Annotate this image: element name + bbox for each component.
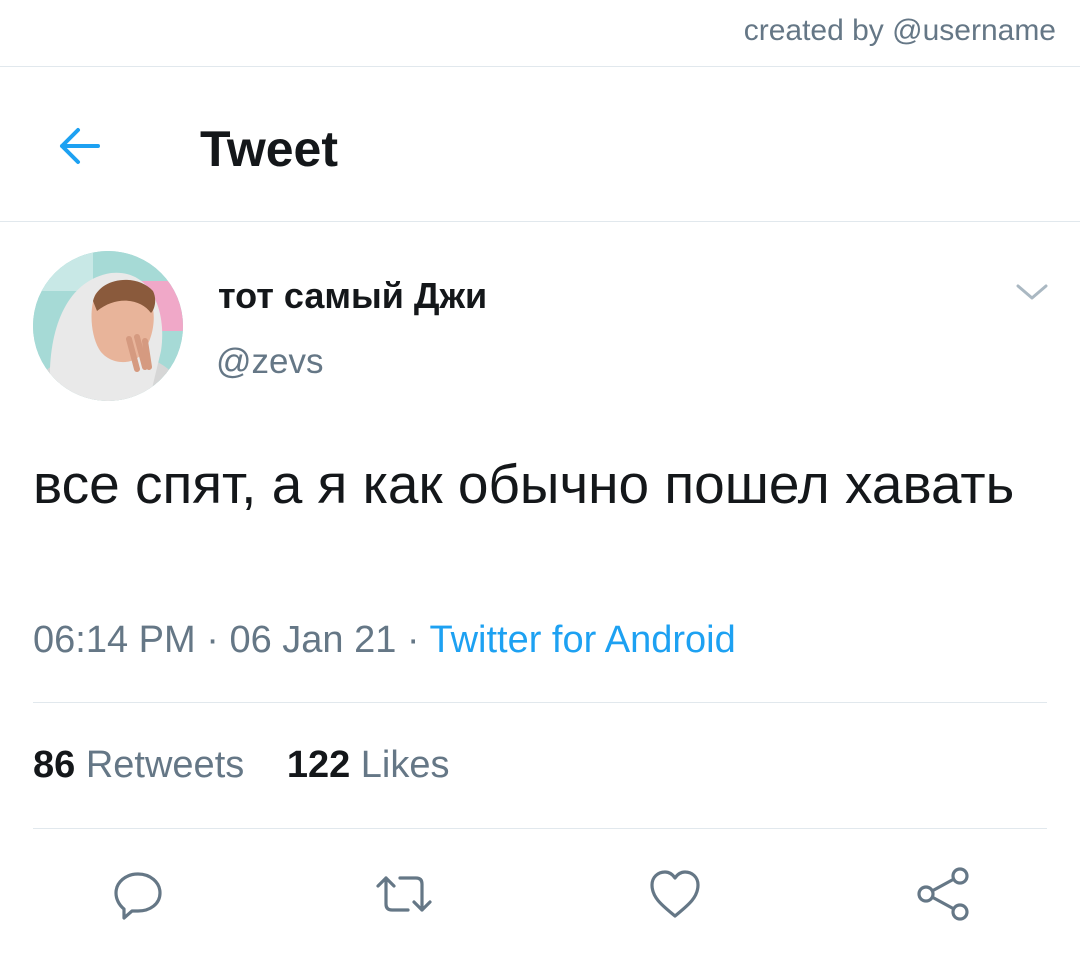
like-count: 122 xyxy=(286,744,351,786)
like-button[interactable] xyxy=(643,862,707,926)
reply-button[interactable] xyxy=(106,862,170,926)
meta-separator: · xyxy=(406,619,420,661)
like-icon xyxy=(650,870,700,918)
back-button[interactable] xyxy=(50,118,106,174)
arrow-left-icon xyxy=(60,128,100,164)
retweets-stat[interactable]: 86 Retweets xyxy=(33,744,244,787)
tweet-meta: 06:14 PM · 06 Jan 21 · Twitter for Andro… xyxy=(33,619,736,662)
chevron-down-icon xyxy=(1016,284,1048,300)
likes-stat[interactable]: 122 Likes xyxy=(287,744,450,787)
tweet-date: 06 Jan 21 xyxy=(229,619,397,661)
avatar-image xyxy=(33,251,183,401)
retweet-button[interactable] xyxy=(372,862,436,926)
display-name[interactable]: тот самый Джи xyxy=(218,275,487,317)
avatar[interactable] xyxy=(33,251,183,401)
meta-divider xyxy=(33,702,1047,703)
tweet-source-link[interactable]: Twitter for Android xyxy=(429,619,735,661)
share-icon xyxy=(917,867,969,921)
retweet-icon xyxy=(376,876,432,912)
tweet-stats: 86 Retweets 122 Likes xyxy=(33,744,450,787)
reply-icon xyxy=(114,872,162,920)
stats-divider xyxy=(33,828,1047,829)
retweet-count: 86 xyxy=(33,744,76,786)
tweet-time: 06:14 PM xyxy=(33,619,196,661)
share-button[interactable] xyxy=(912,862,976,926)
tweet-text: все спят, а я как обычно пошел хавать xyxy=(33,453,1015,515)
header-divider xyxy=(0,221,1080,222)
user-handle[interactable]: @zevs xyxy=(216,342,324,382)
like-label: Likes xyxy=(360,744,450,786)
retweet-label: Retweets xyxy=(85,744,245,786)
meta-separator: · xyxy=(206,619,219,661)
top-divider xyxy=(0,66,1080,67)
tweet-options-button[interactable] xyxy=(1012,276,1052,308)
page-title: Tweet xyxy=(200,121,338,177)
created-by-credit: created by @username xyxy=(743,14,1056,47)
